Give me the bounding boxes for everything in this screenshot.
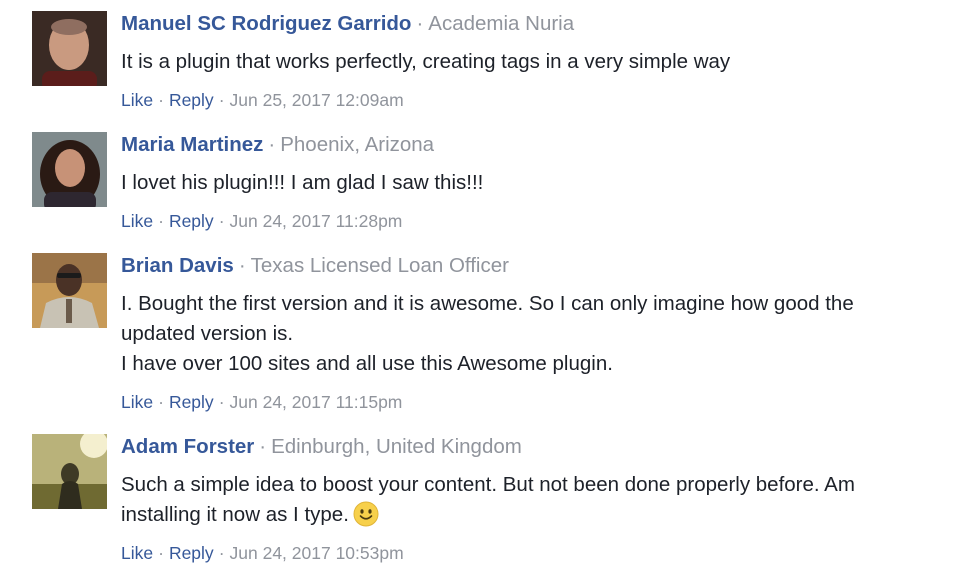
separator-dot: · — [158, 211, 164, 231]
reply-link[interactable]: Reply — [169, 90, 214, 110]
comment-text: It is a plugin that works perfectly, cre… — [121, 47, 931, 77]
author-affiliation: Texas Licensed Loan Officer — [250, 254, 509, 277]
author-name-link[interactable]: Maria Martinez — [121, 133, 263, 156]
comment-body: Adam Forster · Edinburgh, United Kingdom S… — [121, 434, 931, 565]
author-name-link[interactable]: Brian Davis — [121, 254, 234, 277]
reply-link[interactable]: Reply — [169, 392, 214, 412]
avatar[interactable] — [32, 132, 107, 207]
comment-text-line: I have over 100 sites and all use this A… — [121, 352, 613, 375]
comment-actions: Like · Reply · Jun 25, 2017 12:09am — [121, 88, 931, 112]
reply-link[interactable]: Reply — [169, 211, 214, 231]
comment-text-line: It is a plugin that works perfectly, cre… — [121, 50, 731, 73]
smiley-emoji-icon — [353, 501, 379, 527]
reply-link[interactable]: Reply — [169, 543, 214, 563]
separator-dot: · — [158, 543, 164, 563]
separator-dot: · — [218, 211, 225, 231]
comment-timestamp[interactable]: Jun 24, 2017 11:28pm — [230, 211, 403, 231]
like-link[interactable]: Like — [121, 90, 153, 110]
separator-dot: · — [268, 133, 276, 156]
avatar[interactable] — [32, 434, 107, 509]
comment-list: Manuel SC Rodriguez Garrido · Academia Nur… — [0, 0, 953, 573]
comment-header: Adam Forster · Edinburgh, United Kingdom — [121, 434, 931, 460]
separator-dot: · — [218, 392, 225, 412]
separator-dot: · — [238, 254, 246, 277]
like-link[interactable]: Like — [121, 392, 153, 412]
separator-dot: · — [218, 543, 225, 563]
avatar[interactable] — [32, 253, 107, 328]
comment-text: I lovet his plugin!!! I am glad I saw th… — [121, 168, 931, 198]
comment-text: Such a simple idea to boost your content… — [121, 470, 931, 530]
avatar-image — [32, 132, 107, 207]
separator-dot: · — [416, 12, 424, 35]
author-affiliation: Phoenix, Arizona — [280, 133, 435, 156]
comment-text-line: I lovet his plugin!!! I am glad I saw th… — [121, 171, 484, 194]
comment-header: Brian Davis · Texas Licensed Loan Officer — [121, 253, 931, 279]
avatar-image — [32, 11, 107, 86]
author-affiliation: Edinburgh, United Kingdom — [271, 435, 522, 458]
author-name-link[interactable]: Adam Forster — [121, 435, 254, 458]
avatar-image — [32, 253, 107, 328]
comment-actions: Like · Reply · Jun 24, 2017 11:15pm — [121, 390, 931, 414]
comment-text: I. Bought the first version and it is aw… — [121, 289, 931, 379]
comment-body: Brian Davis · Texas Licensed Loan Officer … — [121, 253, 931, 414]
comment-text-line: I. Bought the first version and it is aw… — [121, 292, 854, 315]
comment-text-line: Such a simple idea to boost your content… — [121, 473, 855, 496]
author-name-link[interactable]: Manuel SC Rodriguez Garrido — [121, 12, 411, 35]
avatar[interactable] — [32, 11, 107, 86]
comment-header: Manuel SC Rodriguez Garrido · Academia Nur… — [121, 11, 931, 37]
comment-timestamp[interactable]: Jun 25, 2017 12:09am — [230, 90, 404, 110]
comment-timestamp[interactable]: Jun 24, 2017 11:15pm — [230, 392, 403, 412]
like-link[interactable]: Like — [121, 543, 153, 563]
like-link[interactable]: Like — [121, 211, 153, 231]
comment-text-fragment: installing it now as I type. — [121, 503, 349, 526]
comment-text-line-with-emoji: installing it now as I type. — [121, 500, 931, 530]
comment-actions: Like · Reply · Jun 24, 2017 10:53pm — [121, 541, 931, 565]
separator-dot: · — [259, 435, 267, 458]
separator-dot: · — [158, 392, 164, 412]
comment-actions: Like · Reply · Jun 24, 2017 11:28pm — [121, 209, 931, 233]
avatar-image — [32, 434, 107, 509]
comment-timestamp[interactable]: Jun 24, 2017 10:53pm — [230, 543, 404, 563]
separator-dot: · — [218, 90, 225, 110]
comment-body: Manuel SC Rodriguez Garrido · Academia Nur… — [121, 11, 931, 112]
separator-dot: · — [158, 90, 164, 110]
author-affiliation: Academia Nuria — [428, 12, 575, 35]
comment-text-line: updated version is. — [121, 322, 294, 345]
comment-header: Maria Martinez · Phoenix, Arizona — [121, 132, 931, 158]
comment-body: Maria Martinez · Phoenix, Arizona I lovet … — [121, 132, 931, 233]
